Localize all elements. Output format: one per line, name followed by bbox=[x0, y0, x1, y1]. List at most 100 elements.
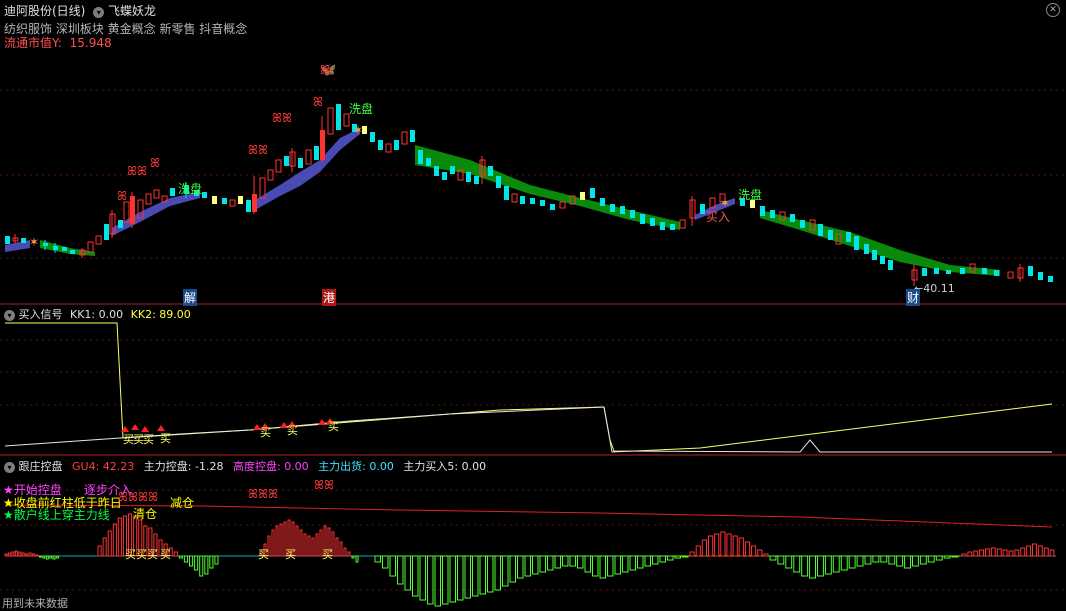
histogram-bar bbox=[11, 551, 15, 557]
histogram-bar bbox=[199, 555, 204, 577]
histogram-bar bbox=[629, 555, 636, 571]
histogram-bar bbox=[689, 551, 695, 557]
histogram-bar bbox=[562, 555, 569, 567]
histogram-bar bbox=[351, 555, 355, 559]
histogram-bar bbox=[194, 555, 199, 571]
histogram-bar bbox=[577, 555, 584, 569]
histogram-bar bbox=[509, 555, 516, 583]
svg-text:ꕤ: ꕤ bbox=[313, 95, 323, 109]
buy-signal: 买 bbox=[258, 548, 269, 561]
histogram-bar bbox=[951, 555, 959, 558]
wash-label-2: 洗盘 bbox=[349, 102, 374, 116]
panel2-settings-icon[interactable]: ▾ bbox=[4, 310, 15, 321]
histogram-bar bbox=[464, 555, 471, 599]
histogram-bar bbox=[584, 555, 591, 573]
histogram-bar bbox=[592, 555, 599, 577]
histogram-bar bbox=[777, 555, 785, 565]
histogram-bar bbox=[214, 555, 219, 565]
buy-signal: 买 bbox=[125, 548, 136, 561]
histogram-bar bbox=[569, 555, 576, 567]
svg-text:ꕤꕤ: ꕤꕤ bbox=[248, 143, 268, 157]
butterfly-icons-panel3c: ꕤꕤ bbox=[314, 478, 334, 492]
histogram-bar bbox=[102, 537, 107, 557]
histogram-bar bbox=[1014, 549, 1020, 557]
marker-gang[interactable]: 港 bbox=[322, 289, 337, 306]
panel2-name[interactable]: 买入信号 bbox=[19, 308, 63, 321]
gu4-line bbox=[4, 504, 1053, 528]
panel2-header: ▾ 买入信号 KK1: 0.00 KK2: 89.00 bbox=[4, 306, 191, 322]
histogram-bar bbox=[183, 555, 188, 563]
histogram-bar bbox=[271, 529, 275, 557]
histogram-bar bbox=[107, 530, 112, 557]
histogram-bar bbox=[682, 555, 689, 558]
histogram-bar bbox=[757, 549, 763, 557]
legend-clear-position: 清仓 bbox=[133, 507, 158, 521]
buy-signal: 买 bbox=[147, 548, 158, 561]
svg-text:ꕤ: ꕤ bbox=[320, 63, 330, 77]
zlch-value: 0.00 bbox=[369, 460, 394, 473]
histogram-bar bbox=[935, 555, 943, 561]
wash-label-1: 洗盘 bbox=[178, 182, 203, 196]
histogram-bar bbox=[1008, 550, 1014, 557]
histogram-bar bbox=[4, 553, 8, 557]
histogram-bar bbox=[919, 555, 927, 565]
histogram-bar bbox=[607, 555, 614, 577]
histogram-bar bbox=[427, 555, 434, 605]
histogram-bar bbox=[487, 555, 494, 593]
histogram-bar bbox=[785, 555, 793, 569]
histogram-bar bbox=[652, 555, 659, 565]
svg-text:ꕤꕤ: ꕤꕤ bbox=[272, 111, 292, 125]
histogram-bar bbox=[339, 541, 343, 557]
histogram-bar bbox=[434, 555, 441, 607]
histogram-bar bbox=[49, 555, 53, 559]
price-low-note: ←40.11 bbox=[914, 282, 955, 295]
histogram-bar bbox=[856, 555, 864, 567]
histogram-bar bbox=[967, 551, 973, 557]
histogram-bar bbox=[547, 555, 554, 571]
histogram-bar bbox=[996, 548, 1002, 557]
svg-text:ꕤ: ꕤ bbox=[117, 189, 127, 203]
histogram-bar bbox=[927, 555, 935, 563]
histogram-bar bbox=[896, 555, 904, 567]
histogram-bar bbox=[990, 547, 996, 557]
histogram-bar bbox=[97, 545, 102, 557]
histogram-bar bbox=[315, 533, 319, 557]
histogram-bar bbox=[275, 525, 279, 557]
histogram-bar bbox=[307, 535, 311, 557]
histogram-bar bbox=[14, 550, 18, 557]
marker-cai[interactable]: 财 bbox=[906, 289, 921, 306]
zlmr-value: 0.00 bbox=[461, 460, 487, 473]
histogram-bar bbox=[912, 555, 919, 567]
histogram-bar bbox=[28, 552, 32, 557]
histogram-bar bbox=[56, 555, 60, 559]
histogram-bar bbox=[744, 541, 751, 557]
butterfly-icons-panel3: ꕤꕤꕤꕤ bbox=[118, 490, 158, 504]
histogram-bar bbox=[539, 555, 546, 573]
legend-retail-cross-text: 散户线上穿主力线 bbox=[13, 508, 110, 522]
histogram-bar bbox=[738, 537, 744, 557]
histogram-bar bbox=[355, 555, 359, 563]
buy-signal: 买 bbox=[160, 432, 171, 445]
legend-reduce-position: 减仓 bbox=[170, 496, 195, 510]
histogram-bar bbox=[809, 555, 816, 579]
panel3-settings-icon[interactable]: ▾ bbox=[4, 462, 15, 473]
histogram-bar bbox=[173, 551, 178, 557]
histogram-bar bbox=[708, 535, 714, 557]
svg-text:ꕤ: ꕤ bbox=[150, 156, 160, 170]
histogram-bar bbox=[21, 552, 25, 557]
histogram-bar bbox=[189, 555, 194, 567]
kk2-label: KK2: bbox=[130, 308, 156, 321]
histogram-bar bbox=[502, 555, 509, 587]
histogram-bar bbox=[404, 555, 411, 591]
panel3-header: ▾ 跟庄控盘 GU4: 42.23 主力控盘: -1.28 高度控盘: 0.00… bbox=[4, 458, 486, 474]
histogram-bar bbox=[343, 547, 347, 557]
gu4-label: GU4: bbox=[72, 460, 100, 473]
histogram-bar bbox=[209, 555, 214, 569]
buy-signal: 买 bbox=[328, 420, 339, 433]
panel3-name[interactable]: 跟庄控盘 bbox=[19, 460, 63, 473]
svg-text:✶: ✶ bbox=[353, 123, 363, 137]
histogram-bar bbox=[644, 555, 651, 567]
zlch-label: 主力出货: bbox=[318, 460, 366, 473]
marker-jie[interactable]: 解 bbox=[183, 289, 198, 306]
histogram-bar bbox=[494, 555, 501, 591]
